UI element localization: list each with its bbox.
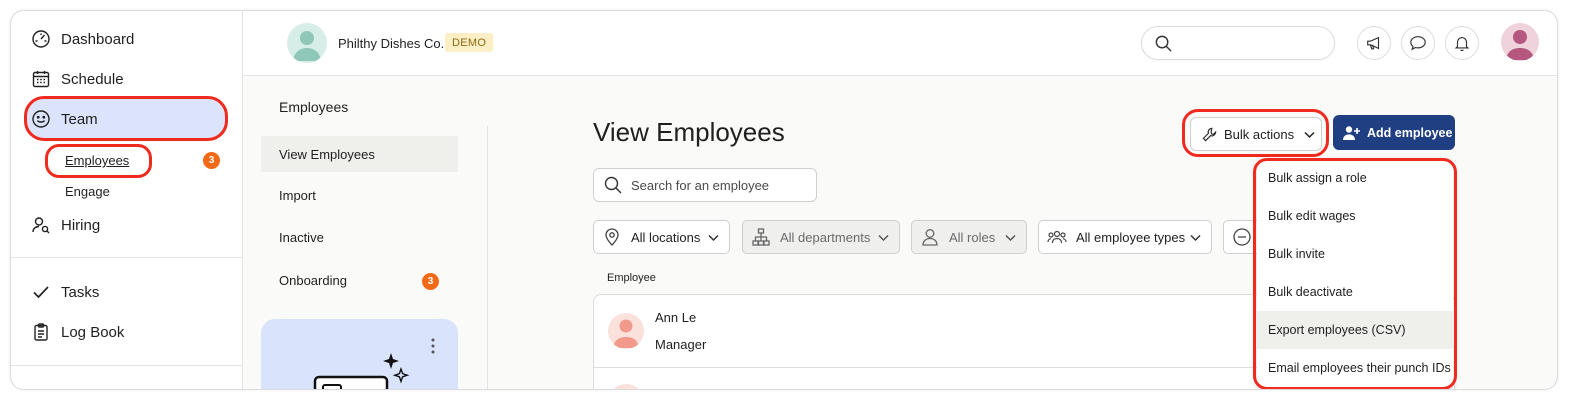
sidebar-item-label: Dashboard — [61, 30, 135, 48]
sidebar-item-label: Tasks — [61, 283, 100, 301]
person-silhouette-icon — [293, 31, 321, 61]
chevron-down-icon — [1005, 234, 1016, 242]
sidebar-item-log-book[interactable]: Log Book — [31, 317, 124, 347]
employee-search-field[interactable] — [593, 168, 817, 202]
add-employee-label: Add employee — [1367, 125, 1453, 140]
demo-badge: DEMO — [445, 33, 494, 52]
filter-label: All locations — [631, 229, 701, 245]
chevron-down-icon — [878, 234, 889, 242]
subnav-label: Inactive — [279, 229, 324, 245]
speedometer-icon — [32, 30, 50, 48]
filter-label: All departments — [780, 229, 871, 245]
employees-count-badge: 3 — [203, 152, 220, 169]
search-icon — [1155, 35, 1172, 52]
onboarding-count-badge: 3 — [422, 273, 439, 290]
search-icon — [604, 176, 622, 194]
minus-circle-icon — [1233, 228, 1251, 246]
subnav-import[interactable]: Import — [261, 177, 458, 213]
checkmark-icon — [33, 286, 49, 299]
person-icon — [922, 229, 938, 246]
people-group-icon — [1047, 230, 1067, 244]
filter-departments[interactable]: All departments — [742, 220, 900, 254]
calendar-icon — [32, 71, 50, 88]
top-bar: Philthy Dishes Co. DEMO — [243, 11, 1557, 76]
subnav-inactive[interactable]: Inactive — [261, 219, 458, 255]
person-search-icon — [32, 217, 50, 234]
subnav-view-employees[interactable]: View Employees — [261, 136, 458, 172]
sidebar-divider — [11, 365, 243, 366]
add-person-icon — [1343, 125, 1360, 140]
sidebar-item-schedule[interactable]: Schedule — [31, 64, 124, 94]
announcements-button[interactable] — [1357, 26, 1391, 60]
org-chart-icon — [752, 228, 770, 246]
sidebar-item-label: Log Book — [61, 323, 125, 341]
sparkle-illustration-icon — [313, 353, 410, 389]
employee-avatar — [608, 384, 644, 389]
filter-label: All roles — [949, 229, 996, 245]
page-title: View Employees — [593, 117, 785, 147]
sidebar-item-dashboard[interactable]: Dashboard — [31, 24, 134, 54]
sidebar-item-label: Schedule — [61, 70, 124, 88]
person-silhouette-icon — [1506, 30, 1534, 60]
subnav-label: Onboarding — [279, 272, 347, 288]
employee-role: Manager — [655, 337, 707, 352]
filter-employee-types[interactable]: All employee types — [1038, 220, 1212, 254]
employee-avatar — [608, 313, 644, 349]
annotation-highlight-bulk-menu — [1253, 158, 1457, 389]
chevron-down-icon — [708, 234, 719, 242]
clipboard-icon — [34, 323, 48, 341]
subnav-label: View Employees — [279, 146, 375, 162]
global-search-input[interactable] — [1141, 26, 1335, 60]
more-options-icon[interactable] — [427, 337, 439, 355]
sidebar-item-label: Hiring — [61, 216, 101, 234]
employee-name: Ann Le — [655, 310, 697, 325]
sidebar-item-tasks[interactable]: Tasks — [31, 277, 99, 307]
sidebar-item-hiring[interactable]: Hiring — [31, 210, 100, 240]
add-employee-button[interactable]: Add employee — [1333, 115, 1455, 150]
filter-roles[interactable]: All roles — [911, 220, 1027, 254]
app-window: Dashboard Schedule Team Employees 3 Enga… — [10, 10, 1558, 390]
bell-icon — [1454, 37, 1470, 52]
panel-divider — [487, 126, 488, 389]
chat-bubble-icon — [1410, 36, 1426, 51]
filter-locations[interactable]: All locations — [593, 220, 730, 254]
annotation-highlight-bulk-actions — [1182, 109, 1329, 157]
annotation-highlight-employees — [45, 144, 152, 178]
messages-button[interactable] — [1401, 26, 1435, 60]
promo-card — [261, 319, 458, 389]
notifications-button[interactable] — [1445, 26, 1479, 60]
chevron-down-icon — [1190, 234, 1201, 242]
sidebar: Dashboard Schedule Team Employees 3 Enga… — [11, 11, 243, 389]
location-pin-icon — [605, 228, 619, 246]
section-title: Employees — [279, 99, 349, 115]
company-avatar[interactable] — [287, 23, 327, 63]
subnav-label: Import — [279, 187, 316, 203]
company-name[interactable]: Philthy Dishes Co. — [338, 36, 444, 51]
person-silhouette-icon — [613, 319, 639, 348]
filter-label: All employee types — [1076, 229, 1186, 245]
sidebar-divider — [11, 257, 243, 258]
megaphone-icon — [1367, 36, 1380, 50]
user-avatar[interactable] — [1501, 23, 1539, 61]
annotation-highlight-team — [24, 96, 228, 141]
column-header-employee: Employee — [607, 272, 656, 284]
sidebar-subitem-engage[interactable]: Engage — [65, 184, 110, 199]
employee-search-input[interactable] — [631, 177, 801, 193]
